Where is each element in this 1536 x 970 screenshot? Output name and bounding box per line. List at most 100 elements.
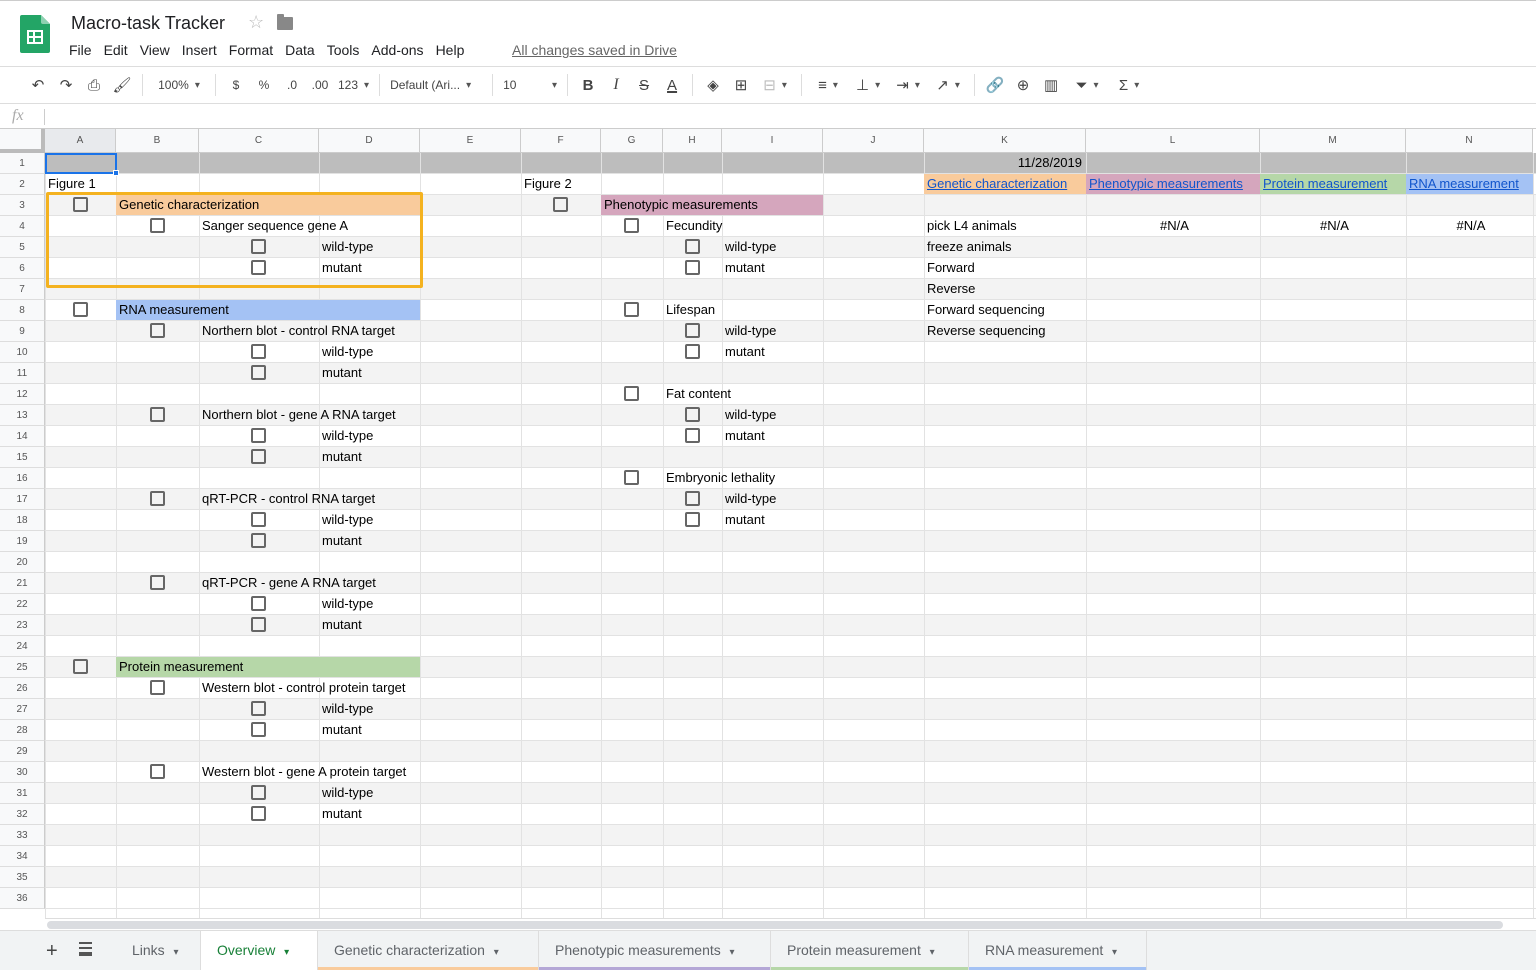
- checkbox[interactable]: [251, 449, 266, 464]
- menu-file[interactable]: File: [63, 41, 98, 59]
- checkbox[interactable]: [149, 764, 165, 779]
- star-icon[interactable]: ☆: [248, 12, 264, 33]
- checkbox[interactable]: [72, 659, 88, 674]
- text-color-button[interactable]: A: [658, 73, 686, 97]
- column-header-l[interactable]: L: [1086, 129, 1260, 153]
- document-title[interactable]: Macro-task Tracker: [71, 13, 225, 34]
- column-header-j[interactable]: J: [823, 129, 924, 153]
- checkbox[interactable]: [624, 218, 639, 233]
- all-sheets-button[interactable]: [79, 942, 92, 956]
- menu-tools[interactable]: Tools: [321, 41, 366, 59]
- row-header[interactable]: 34: [0, 846, 45, 867]
- row-header[interactable]: 6: [0, 258, 45, 279]
- sheet-link[interactable]: Genetic characterization: [924, 174, 1067, 194]
- row-header[interactable]: 13: [0, 405, 45, 426]
- checkbox[interactable]: [684, 491, 700, 506]
- checkbox[interactable]: [624, 302, 639, 317]
- checkbox[interactable]: [684, 260, 700, 275]
- checkbox[interactable]: [684, 344, 700, 359]
- checkbox[interactable]: [251, 512, 266, 527]
- column-header-f[interactable]: F: [521, 129, 601, 153]
- menu-insert[interactable]: Insert: [176, 41, 223, 59]
- column-header-i[interactable]: I: [722, 129, 823, 153]
- checkbox[interactable]: [624, 470, 639, 485]
- sheet-link[interactable]: Protein measurement: [1260, 174, 1387, 194]
- column-header-e[interactable]: E: [420, 129, 521, 153]
- checkbox[interactable]: [251, 617, 266, 632]
- sheet-link[interactable]: RNA measurement: [1406, 174, 1519, 194]
- select-all-corner[interactable]: [0, 129, 45, 153]
- link-text[interactable]: RNA measurement: [1409, 176, 1519, 191]
- checkbox[interactable]: [684, 428, 700, 443]
- scrollbar-thumb[interactable]: [47, 921, 1503, 929]
- column-header-m[interactable]: M: [1260, 129, 1406, 153]
- merge-cells-icon[interactable]: ⊟: [755, 73, 795, 97]
- functions-icon[interactable]: Σ: [1109, 73, 1149, 97]
- row-header[interactable]: 20: [0, 552, 45, 573]
- checkbox[interactable]: [149, 575, 165, 590]
- row-header[interactable]: 31: [0, 783, 45, 804]
- insert-chart-icon[interactable]: ▥: [1037, 73, 1065, 97]
- row-header[interactable]: 7: [0, 279, 45, 300]
- row-header[interactable]: 3: [0, 195, 45, 216]
- checkbox[interactable]: [624, 386, 639, 401]
- checkbox[interactable]: [251, 722, 266, 737]
- row-header[interactable]: 4: [0, 216, 45, 237]
- sheets-logo-icon[interactable]: [20, 15, 50, 53]
- filter-icon[interactable]: ⏷: [1065, 73, 1109, 97]
- checkbox[interactable]: [149, 323, 165, 338]
- zoom-select[interactable]: 100%: [149, 73, 209, 97]
- checkbox[interactable]: [251, 701, 266, 716]
- borders-icon[interactable]: ⊞: [727, 73, 755, 97]
- row-header[interactable]: 35: [0, 867, 45, 888]
- row-header[interactable]: 25: [0, 657, 45, 678]
- bold-button[interactable]: B: [574, 73, 602, 97]
- row-header[interactable]: 9: [0, 321, 45, 342]
- row-header[interactable]: 36: [0, 888, 45, 909]
- italic-button[interactable]: I: [602, 73, 630, 97]
- sheet-tab-links[interactable]: Links: [116, 931, 201, 970]
- sheet-tab-genetic-characterization[interactable]: Genetic characterization: [318, 931, 539, 970]
- row-header[interactable]: 18: [0, 510, 45, 531]
- menu-help[interactable]: Help: [430, 41, 471, 59]
- spreadsheet-grid[interactable]: A B C D E F G H I J K L M N 1 2 3 4 5 6 7 8 9 10 11 12 13 14 15 16 17 1…: [0, 129, 1536, 918]
- fill-handle[interactable]: [113, 170, 119, 176]
- column-header-b[interactable]: B: [116, 129, 199, 153]
- link-text[interactable]: Genetic characterization: [927, 176, 1067, 191]
- row-header[interactable]: 11: [0, 363, 45, 384]
- menu-edit[interactable]: Edit: [98, 41, 134, 59]
- row-header[interactable]: 24: [0, 636, 45, 657]
- checkbox[interactable]: [149, 407, 165, 422]
- sheet-tab-overview[interactable]: Overview: [201, 931, 318, 970]
- text-rotation-icon[interactable]: ↗: [928, 73, 968, 97]
- sheet-tab-rna-measurement[interactable]: RNA measurement: [969, 931, 1147, 970]
- row-header[interactable]: 21: [0, 573, 45, 594]
- save-status-link[interactable]: All changes saved in Drive: [512, 41, 677, 59]
- row-header[interactable]: 29: [0, 741, 45, 762]
- strikethrough-button[interactable]: S: [630, 73, 658, 97]
- currency-format-button[interactable]: $: [222, 73, 250, 97]
- column-header-h[interactable]: H: [663, 129, 722, 153]
- row-header[interactable]: 15: [0, 447, 45, 468]
- row-header[interactable]: 28: [0, 720, 45, 741]
- row-header[interactable]: 30: [0, 762, 45, 783]
- row-header[interactable]: 27: [0, 699, 45, 720]
- checkbox[interactable]: [251, 785, 266, 800]
- checkbox[interactable]: [251, 365, 266, 380]
- menu-format[interactable]: Format: [223, 41, 279, 59]
- checkbox[interactable]: [251, 806, 266, 821]
- row-header[interactable]: 14: [0, 426, 45, 447]
- row-header[interactable]: 10: [0, 342, 45, 363]
- row-header[interactable]: 1: [0, 153, 45, 174]
- checkbox[interactable]: [684, 323, 700, 338]
- row-header[interactable]: 12: [0, 384, 45, 405]
- row-header[interactable]: 22: [0, 594, 45, 615]
- percent-format-button[interactable]: %: [250, 73, 278, 97]
- increase-decimal-button[interactable]: .00: [306, 73, 334, 97]
- horizontal-scrollbar[interactable]: [45, 918, 1536, 930]
- sheet-tab-protein-measurement[interactable]: Protein measurement: [771, 931, 969, 970]
- menu-data[interactable]: Data: [279, 41, 321, 59]
- row-header[interactable]: 33: [0, 825, 45, 846]
- vertical-align-icon[interactable]: ⊥: [848, 73, 888, 97]
- link-text[interactable]: Phenotypic measurements: [1089, 176, 1243, 191]
